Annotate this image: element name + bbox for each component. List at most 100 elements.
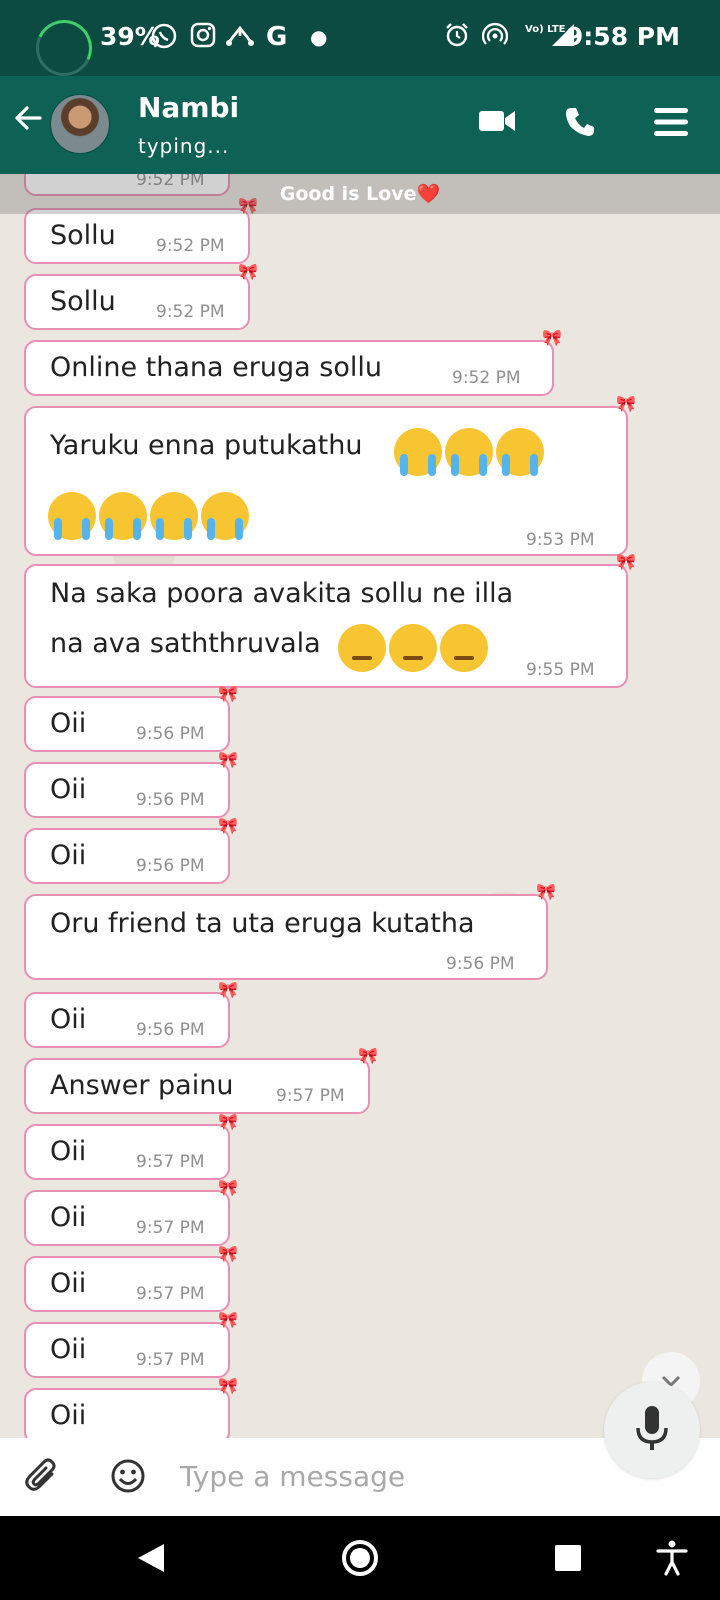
bow-icon: 🎀 <box>218 1310 238 1329</box>
message-bubble[interactable]: 🎀 Answer painu 9:57 PM <box>24 1048 378 1114</box>
message-text: Oii <box>50 1136 87 1167</box>
message-bubble[interactable]: 🎀 Oii 9:56 PM <box>24 982 238 1048</box>
message-time: 9:55 PM <box>526 660 595 680</box>
attach-icon[interactable] <box>24 1458 60 1498</box>
message-bubble[interactable]: 🎀 Oii 9:57 PM <box>24 1114 238 1180</box>
message-text: Oii <box>50 1004 87 1035</box>
message-bubble[interactable]: 🎀 Na saka poora avakita sollu ne illa na… <box>24 554 636 688</box>
google-icon: G <box>266 22 288 52</box>
message-text: Oii <box>50 840 87 871</box>
alarm-icon <box>444 22 470 55</box>
message-bubble[interactable]: 🎀 Oru friend ta uta eruga kutatha 9:56 P… <box>24 884 556 980</box>
pensive-face-icon <box>440 624 488 672</box>
message-time: 9:57 PM <box>276 1086 345 1106</box>
bow-icon: 🎀 <box>616 394 636 413</box>
bow-icon: 🎀 <box>218 816 238 835</box>
system-nav-bar <box>0 1516 720 1600</box>
message-bubble[interactable]: 🎀 Sollu 9:52 PM <box>24 264 258 330</box>
bow-icon: 🎀 <box>218 1112 238 1131</box>
crying-face-icon <box>150 492 198 540</box>
message-text: Na saka poora avakita sollu ne illa <box>50 578 514 609</box>
message-bubble[interactable]: 🎀 Yaruku enna putukathu 9:53 PM <box>24 396 636 556</box>
bow-icon: 🎀 <box>218 750 238 769</box>
hotspot-icon <box>481 22 509 55</box>
pensive-face-icon <box>338 624 386 672</box>
message-text: Oii <box>50 1268 87 1299</box>
back-triangle-icon[interactable] <box>136 1542 166 1578</box>
clock-time: 9:58 PM <box>565 22 680 51</box>
message-bubble[interactable]: 🎀 Oii 9:57 PM <box>24 1246 238 1312</box>
message-text: Oii <box>50 708 87 739</box>
message-time: 9:52 PM <box>156 236 225 256</box>
message-time: 9:56 PM <box>136 724 205 744</box>
pensive-face-icon <box>389 624 437 672</box>
message-time: 9:53 PM <box>526 530 595 550</box>
message-text: Oru friend ta uta eruga kutatha <box>50 908 475 939</box>
crying-emoji-row <box>394 428 547 476</box>
mic-button[interactable] <box>604 1382 700 1478</box>
message-text: Yaruku enna putukathu <box>50 430 363 461</box>
message-text: Online thana eruga sollu <box>50 352 382 383</box>
message-text: Sollu <box>50 286 116 317</box>
crying-face-icon <box>48 492 96 540</box>
message-time: 9:56 PM <box>136 790 205 810</box>
crying-emoji-row <box>48 492 252 540</box>
message-text: Sollu <box>50 220 116 251</box>
message-text: Oii <box>50 1202 87 1233</box>
message-time: 9:57 PM <box>136 1218 205 1238</box>
message-bubble[interactable]: 🎀 Online thana eruga sollu 9:52 PM <box>24 330 562 396</box>
message-bubble[interactable]: 🎀 Oii 9:57 PM <box>24 1312 238 1378</box>
chat-header: Nambi typing... <box>0 76 720 174</box>
bow-icon: 🎀 <box>542 328 562 347</box>
bow-icon: 🎀 <box>218 1376 238 1395</box>
chat-area[interactable]: 9:52 PM 🎀 Sollu 9:52 PM 🎀 Sollu 9:52 PM … <box>0 174 720 1438</box>
message-bubble[interactable]: 🎀 Oii 9:57 PM <box>24 1180 238 1246</box>
message-bubble[interactable]: 🎀 Oii 9:56 PM <box>24 818 238 884</box>
message-time: 9:57 PM <box>136 1350 205 1370</box>
bow-icon: 🎀 <box>536 882 556 901</box>
message-bubble[interactable]: 🎀 Sollu 9:52 PM <box>24 198 258 264</box>
whatsapp-icon <box>150 22 178 57</box>
message-bubble[interactable]: 🎀 Oii <box>24 1378 238 1438</box>
mic-icon <box>636 1406 668 1456</box>
status-bar: 39% G ● Vo) LTE 9:58 PM <box>0 0 720 84</box>
bow-icon: 🎀 <box>616 552 636 571</box>
message-time: 9:56 PM <box>136 856 205 876</box>
voice-call-icon[interactable] <box>564 106 596 142</box>
message-text-line2: na ava saththruvala <box>50 628 321 659</box>
message-bubble[interactable]: 🎀 Oii 9:56 PM <box>24 686 238 752</box>
instagram-icon <box>190 22 216 55</box>
crying-face-icon <box>99 492 147 540</box>
message-input[interactable]: Type a message <box>180 1460 405 1493</box>
message-text: Oii <box>50 1334 87 1365</box>
bow-icon: 🎀 <box>218 1244 238 1263</box>
crying-face-icon <box>201 492 249 540</box>
accessibility-icon[interactable] <box>656 1540 688 1580</box>
message-time: 9:56 PM <box>136 1020 205 1040</box>
crying-face-icon <box>445 428 493 476</box>
back-arrow-icon[interactable] <box>12 102 44 143</box>
chat-banner: Good is Love❤️ <box>0 174 720 214</box>
bow-icon: 🎀 <box>238 262 258 281</box>
typing-status: typing... <box>138 134 230 158</box>
message-text: Oii <box>50 1400 87 1431</box>
message-time: 9:56 PM <box>446 954 515 974</box>
message-text: Oii <box>50 774 87 805</box>
bow-icon: 🎀 <box>358 1046 378 1065</box>
dot-icon: ● <box>310 25 328 49</box>
bow-icon: 🎀 <box>218 1178 238 1197</box>
message-time: 9:57 PM <box>136 1284 205 1304</box>
banner-text: Good is Love❤️ <box>279 183 441 205</box>
message-bubble[interactable]: 🎀 Oii 9:56 PM <box>24 752 238 818</box>
emoji-icon[interactable] <box>110 1458 146 1498</box>
crying-face-icon <box>496 428 544 476</box>
bow-icon: 🎀 <box>218 684 238 703</box>
video-call-icon[interactable] <box>478 106 516 140</box>
recents-square-icon[interactable] <box>554 1544 582 1576</box>
contact-name[interactable]: Nambi <box>138 91 239 124</box>
home-circle-icon[interactable] <box>340 1538 380 1582</box>
menu-icon[interactable] <box>654 106 688 142</box>
contact-avatar[interactable] <box>50 94 110 154</box>
message-time: 9:57 PM <box>136 1152 205 1172</box>
usb-icon <box>226 22 254 55</box>
